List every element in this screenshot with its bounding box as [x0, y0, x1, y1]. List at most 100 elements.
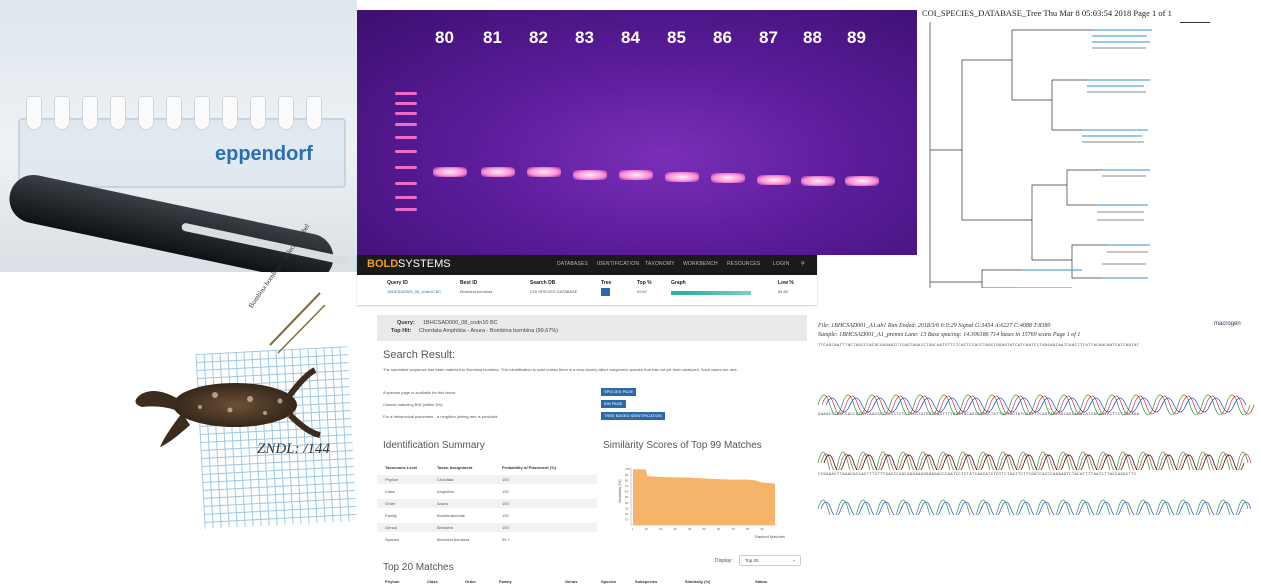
cell-level: Species	[385, 537, 400, 542]
logo-systems[interactable]: SYSTEMS	[398, 258, 451, 270]
query-label: Query:	[397, 320, 415, 326]
ladder-band	[395, 123, 417, 126]
th-family: Family	[499, 579, 512, 584]
table-row: Genus Bombina 100	[377, 523, 597, 532]
bold-results-header: BOLD SYSTEMS DATABASES IDENTIFICATION TA…	[357, 255, 817, 305]
dna-band	[433, 167, 467, 177]
y-tick-label: 50	[625, 495, 629, 499]
query-value: 1BHCSAD000_08_cndn10 BC	[423, 320, 498, 326]
tree-button[interactable]	[601, 288, 610, 296]
th-order: Order	[465, 579, 476, 584]
display-select[interactable]: Top 20 ⌄	[739, 555, 801, 566]
col-low: Low %	[778, 280, 794, 286]
nav-resources[interactable]: RESOURCES	[727, 261, 760, 267]
cell-taxon: Bombina	[437, 525, 453, 530]
nav-login[interactable]: LOGIN	[773, 261, 790, 267]
y-tick-label: 100	[625, 467, 630, 471]
trace-1	[817, 394, 1255, 415]
display-value: Top 20	[745, 558, 759, 563]
x-tick-label: 60	[717, 527, 721, 531]
chrom-sample-info: Sample: 1BHCSAD001_A1_premix Lane: 13 Ba…	[818, 332, 1081, 338]
dna-band	[619, 170, 653, 180]
table-row: Class Amphibia 100	[377, 487, 597, 496]
lane-label: 80	[435, 28, 454, 47]
ladder-band	[395, 150, 417, 153]
tube	[110, 96, 126, 130]
cell-prob: 100	[502, 525, 509, 530]
macrogen-logo: macrogen	[1214, 321, 1241, 327]
tube	[194, 96, 210, 130]
lane-label: 81	[483, 28, 502, 47]
x-tick-label: 10	[645, 527, 649, 531]
top-hit-value: Chordata Amphibia - Anura - Bombina bomb…	[419, 328, 559, 334]
cell-taxon: Anura	[437, 501, 448, 506]
cell-prob: 100	[502, 489, 509, 494]
best-id-value: Bombina bombina	[460, 289, 493, 294]
species-page-line: A species page is available for this tax…	[383, 390, 457, 395]
th-level: Taxonomic Level	[385, 465, 418, 470]
ladder-band	[395, 136, 417, 139]
tube	[222, 96, 238, 130]
chevron-down-icon: ⌄	[791, 557, 796, 563]
search-icon[interactable]: ⚲	[801, 261, 805, 267]
table-header: Taxonomic Level Taxon Assignment Probabi…	[377, 463, 597, 472]
phylogenetic-tree: COI_SPECIES_DATABASE_Tree Thu Mar 8 05:0…	[922, 0, 1261, 290]
species-page-button[interactable]: SPECIES PAGE	[601, 388, 637, 396]
nav-taxonomy[interactable]: TAXONOMY	[645, 261, 675, 267]
ladder-band	[395, 92, 417, 95]
dna-band	[711, 173, 745, 183]
cell-taxon: Bombinatoridae	[437, 513, 466, 518]
th-probability: Probability of Placement (%)	[502, 465, 557, 470]
cell-level: Family	[385, 513, 397, 518]
cell-taxon: Amphibia	[437, 489, 454, 494]
dna-band	[481, 167, 515, 177]
ladder-band	[395, 166, 417, 169]
y-tick-label: 70	[625, 484, 629, 488]
cell-taxon: Bombina bombina	[437, 537, 470, 542]
nav-databases[interactable]: DATABASES	[557, 261, 588, 267]
query-id-link[interactable]: 1BHCSAD000_08_cndn10 BC	[387, 289, 441, 294]
lane-label: 87	[759, 28, 778, 47]
dna-band	[527, 167, 561, 177]
x-tick-label: 80	[746, 527, 750, 531]
tube	[166, 96, 182, 130]
lane-label: 85	[667, 28, 686, 47]
cell-prob: 100	[502, 513, 509, 518]
x-tick-label: 90	[760, 527, 764, 531]
cell-level: Order	[385, 501, 396, 506]
top-hit-label: Top Hit:	[391, 328, 412, 334]
logo-bold[interactable]: BOLD	[367, 258, 398, 270]
ladder-band	[395, 196, 417, 199]
table-row: Family Bombinatoridae 100	[377, 511, 597, 520]
ladder-band	[395, 208, 417, 211]
col-query-id: Query ID	[387, 280, 408, 286]
identification-page: Query: 1BHCSAD000_08_cndn10 BC Top Hit: …	[377, 315, 807, 585]
tree-identification-button[interactable]: TREE BASED IDENTIFICATION	[601, 412, 665, 420]
ladder-band	[395, 102, 417, 105]
trace-3	[817, 499, 1252, 515]
frog-specimen	[135, 292, 326, 447]
y-tick-label: 80	[625, 478, 629, 482]
y-tick-label: 20	[625, 512, 629, 516]
base-sequence: CCGAAACTTAAACACCACTTTCTTTGACCCAGCAGGAGGG…	[818, 473, 1137, 477]
gel-image: 80 81 82 83 84 85 86 87 88 89	[357, 10, 917, 255]
col-best-id: Best ID	[460, 280, 478, 286]
th-phylum: Phylum	[385, 579, 400, 584]
result-text: The submitted sequence has been matched …	[383, 367, 738, 372]
nav-workbench[interactable]: WORKBENCH	[683, 261, 718, 267]
nav-identification[interactable]: IDENTIFICATION	[597, 261, 639, 267]
tube	[138, 96, 154, 130]
scale-bar	[1180, 22, 1210, 23]
base-sequence: TTCAGCAATTTACTAGCCCACGCGGGAGCCTCAGTAGACC…	[818, 344, 1140, 348]
bin-page-button[interactable]: BIN PAGE	[601, 400, 626, 408]
col-graph: Graph	[671, 280, 686, 286]
lane-label: 88	[803, 28, 822, 47]
top-value: 99.67	[637, 289, 648, 294]
table-row: Species Bombina bombina 99.7	[377, 535, 597, 544]
dna-band	[757, 175, 791, 185]
tube	[54, 96, 70, 130]
y-tick-label: 60	[625, 490, 629, 494]
tube	[306, 96, 322, 130]
cell-taxon: Chordata	[437, 477, 454, 482]
navbar: BOLD SYSTEMS DATABASES IDENTIFICATION TA…	[357, 255, 817, 275]
